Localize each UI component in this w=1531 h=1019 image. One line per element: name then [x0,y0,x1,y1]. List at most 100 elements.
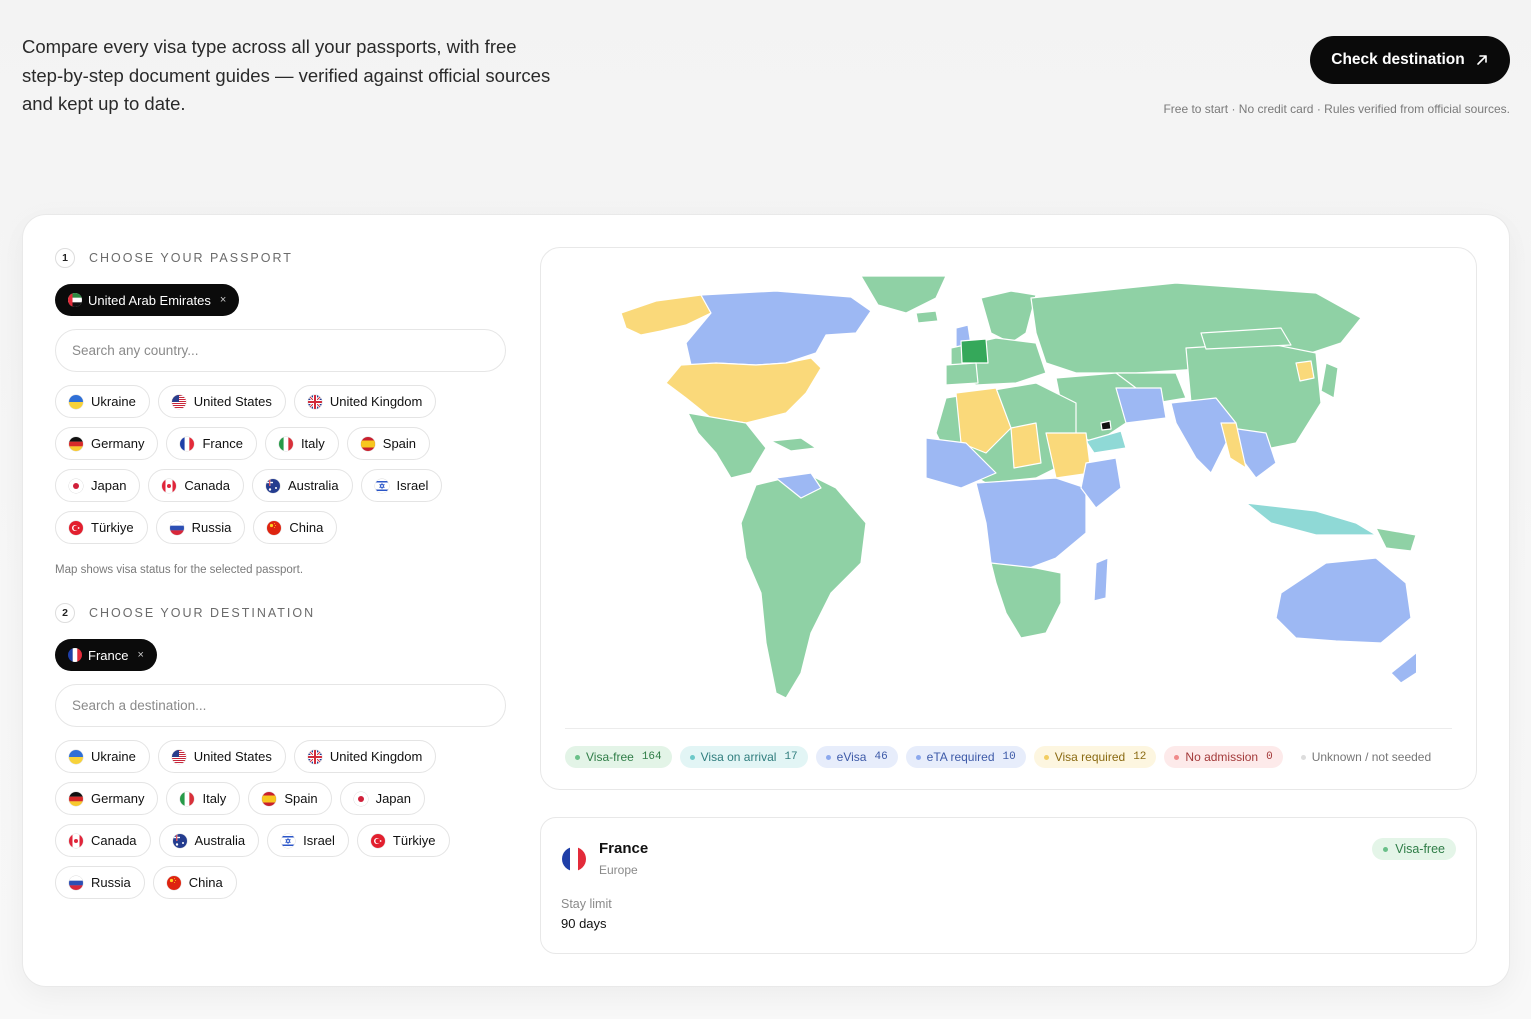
destination-option-russia[interactable]: Russia [55,866,145,899]
map-region-papua[interactable] [1375,527,1416,552]
map-region-caribbean[interactable] [770,437,817,452]
stay-limit-value: 90 days [561,916,607,931]
selected-destination-chip[interactable]: France × [55,639,157,671]
map-region-south-america[interactable] [740,472,867,699]
passport-step-header: 1 CHOOSE YOUR PASSPORT [55,247,509,269]
arrow-up-right-icon [1476,55,1487,65]
flag-icon [171,749,186,764]
passport-option-united-kingdom[interactable]: United Kingdom [293,385,437,418]
destination-search-input[interactable] [55,684,506,727]
flag-icon [307,394,322,409]
legend-item-visa-required[interactable]: Visa required 12 [1033,746,1157,768]
legend-count: 17 [784,751,798,763]
status-label: Visa-free [1395,842,1445,856]
destination-option-australia[interactable]: Australia [158,824,260,857]
map-note: Map shows visa status for the selected p… [55,564,304,576]
legend-dot [689,754,695,760]
map-region-mexico[interactable] [687,412,767,479]
destination-option-label: Türkiye [392,833,436,848]
status-badge: Visa-free [1372,838,1456,860]
map-region-madagascar[interactable] [1093,557,1109,602]
passport-option-france[interactable]: France [166,427,257,460]
legend-item-unknown-not-seeded[interactable]: Unknown / not seeded [1290,746,1442,768]
legend-count: 10 [1002,751,1016,763]
legend-item-evisa[interactable]: eVisa 46 [815,746,898,768]
passport-option-israel[interactable]: Israel [360,469,443,502]
destination-option-germany[interactable]: Germany [55,782,159,815]
map-region-new-zealand[interactable] [1390,645,1416,684]
world-map[interactable] [616,273,1416,705]
map-region-canada[interactable] [685,290,872,366]
map-region-scandinavia[interactable] [980,290,1037,344]
destination-option-israel[interactable]: Israel [267,824,349,857]
selected-passport-chip[interactable]: United Arab Emirates × [55,284,240,316]
passport-option-china[interactable]: China [253,511,338,544]
destination-option-canada[interactable]: Canada [55,824,151,857]
map-region-central-africa[interactable] [975,477,1087,574]
destination-option-turkiye[interactable]: Türkiye [356,824,450,857]
flag-icon [374,478,389,493]
legend-item-visa-free[interactable]: Visa-free 164 [565,746,672,768]
passport-option-australia[interactable]: Australia [251,469,353,502]
step-number: 1 [55,248,75,268]
map-region-indonesia[interactable] [1245,502,1377,536]
legend-count: 46 [874,751,888,763]
passport-option-russia[interactable]: Russia [155,511,246,544]
destination-option-japan[interactable]: Japan [339,782,425,815]
remove-icon[interactable]: × [137,649,143,661]
passport-option-turkiye[interactable]: Türkiye [55,511,148,544]
passport-option-japan[interactable]: Japan [55,469,141,502]
remove-icon[interactable]: × [220,294,226,306]
map-region-east-africa[interactable] [1080,457,1122,509]
check-destination-button[interactable]: Check destination [1310,36,1510,84]
destination-option-label: Italy [202,791,227,806]
map-region-uae-origin[interactable] [1100,420,1112,431]
destination-option-china[interactable]: China [152,866,237,899]
map-legend: Visa-free 164 Visa on arrival 17 eVisa 46 eTA … [565,746,1442,768]
flag-icon [262,791,277,806]
cta-note: Free to start · No credit card · Rules v… [1163,102,1510,116]
flag-icon [69,875,83,890]
legend-dot [1043,754,1049,760]
map-region-iceland[interactable] [915,310,939,324]
stay-limit-label: Stay limit [561,897,612,911]
passport-option-label: Israel [396,478,429,493]
destination-option-ukraine[interactable]: Ukraine [55,740,150,773]
map-region-southern-africa[interactable] [990,562,1062,639]
legend-item-eta-required[interactable]: eTA required 10 [905,746,1026,768]
map-region-australia[interactable] [1275,557,1412,644]
passport-option-germany[interactable]: Germany [55,427,159,460]
legend-dot [1300,754,1306,760]
passport-option-ukraine[interactable]: Ukraine [55,385,150,418]
legend-label: Visa on arrival [700,750,777,764]
legend-item-visa-on-arrival[interactable]: Visa on arrival 17 [679,746,808,768]
divider [565,728,1452,729]
destination-option-spain[interactable]: Spain [248,782,332,815]
map-region-iberia[interactable] [945,362,979,386]
destination-option-united-kingdom[interactable]: United Kingdom [293,740,437,773]
destination-options: Ukraine United States United Kingdom German… [55,740,509,899]
legend-count: 164 [641,751,662,763]
passport-option-united-states[interactable]: United States [157,385,286,418]
destination-option-label: Canada [91,833,137,848]
passport-option-italy[interactable]: Italy [264,427,339,460]
flag-icon [281,833,296,848]
flag-icon [278,436,293,451]
legend-item-no-admission[interactable]: No admission 0 [1164,746,1283,768]
map-region-chad[interactable] [1010,422,1042,469]
check-destination-label: Check destination [1331,51,1465,68]
map-region-japan[interactable] [1320,362,1339,399]
destination-option-italy[interactable]: Italy [166,782,241,815]
selected-destination-label: France [88,647,129,663]
step-title: CHOOSE YOUR DESTINATION [89,606,316,620]
passport-search-input[interactable] [55,329,506,372]
destination-option-united-states[interactable]: United States [157,740,286,773]
passport-option-label: United States [193,394,272,409]
flag-icon [172,833,187,848]
passport-option-spain[interactable]: Spain [346,427,431,460]
destination-option-label: Spain [284,791,318,806]
map-region-france[interactable] [960,338,989,364]
flag-icon [353,791,368,806]
passport-option-canada[interactable]: Canada [148,469,244,502]
map-region-greenland[interactable] [860,275,947,314]
